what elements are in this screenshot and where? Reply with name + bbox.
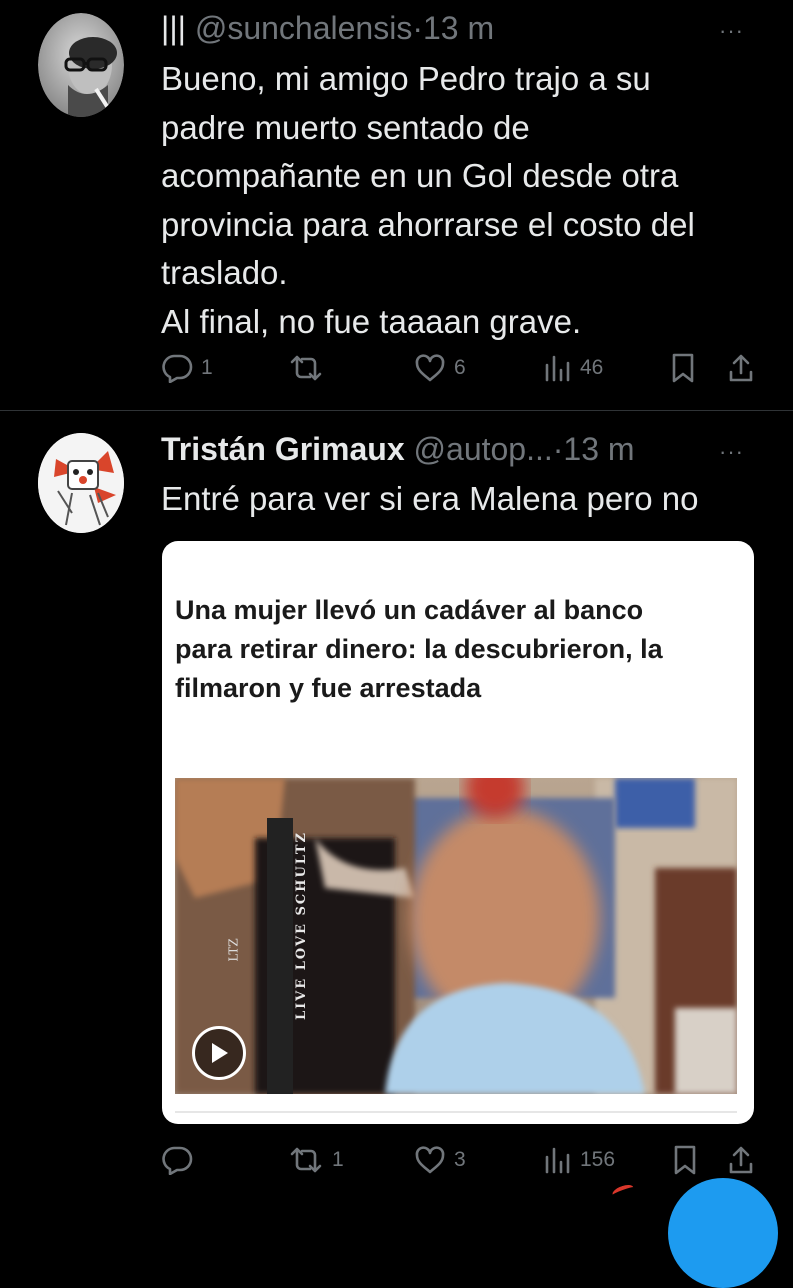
- bookmark-icon: [674, 1145, 696, 1175]
- avatar-sunchalensis[interactable]: [38, 13, 124, 117]
- retweet-button[interactable]: [288, 353, 332, 383]
- views-count: 156: [580, 1148, 616, 1171]
- like-button[interactable]: 3: [414, 1145, 466, 1175]
- article-card[interactable]: Una mujer llevó un cadáver al banco para…: [162, 541, 754, 1124]
- views-button[interactable]: 156: [544, 1145, 615, 1175]
- tweet-text-line: traslado.: [161, 254, 288, 291]
- more-options-icon[interactable]: ···: [719, 20, 744, 42]
- separator: ·: [412, 10, 423, 46]
- timestamp[interactable]: 13 m: [423, 10, 494, 46]
- tweet-text-line: Entré para ver si era Malena pero no: [161, 480, 699, 517]
- tweet-text-line: acompañante en un Gol desde otra: [161, 157, 679, 194]
- shirt-print-text: LIVE LOVE SCHULTZ: [294, 830, 310, 1021]
- separator: ·: [552, 431, 564, 467]
- timestamp[interactable]: 13 m: [563, 431, 634, 467]
- retweet-button[interactable]: 1: [288, 1145, 344, 1175]
- article-title-line: para retirar dinero: la descubrieron, la: [175, 634, 663, 664]
- share-button[interactable]: [727, 1144, 755, 1176]
- reply-count: 1: [201, 356, 213, 379]
- author-handle[interactable]: @autop...: [414, 431, 553, 467]
- card-divider: [175, 1111, 737, 1113]
- reply-icon: [162, 1146, 193, 1175]
- bookmark-button[interactable]: [670, 352, 696, 384]
- reply-icon: [162, 354, 193, 383]
- more-options-icon[interactable]: ···: [719, 441, 744, 463]
- views-icon: [545, 1147, 570, 1174]
- author-name[interactable]: Tristán Grimaux: [161, 431, 405, 467]
- tweet-divider: [0, 410, 793, 411]
- play-button[interactable]: [192, 1026, 246, 1080]
- views-count: 46: [580, 356, 604, 379]
- like-count: 6: [454, 356, 466, 379]
- decorative-accent: [610, 1182, 636, 1200]
- shirt-print-text: LTZ: [226, 938, 241, 962]
- tweet-1-header: ||| @sunchalensis·13 m: [161, 9, 494, 47]
- tweet-text-line: Bueno, mi amigo Pedro trajo a su: [161, 60, 651, 97]
- views-button[interactable]: 46: [544, 353, 603, 383]
- tweet-2-text: Entré para ver si era Malena pero no: [161, 475, 781, 524]
- retweet-count: 1: [332, 1148, 344, 1171]
- bookmark-icon: [672, 353, 694, 383]
- handle-prefix: |||: [161, 10, 186, 46]
- tweet-text-line: provincia para ahorrarse el costo del: [161, 205, 695, 243]
- share-icon: [729, 1146, 753, 1174]
- reply-button[interactable]: [161, 1145, 201, 1175]
- tweet-text-line: padre muerto sentado de: [161, 108, 530, 146]
- heart-icon: [415, 1146, 445, 1174]
- retweet-icon: [290, 1147, 322, 1173]
- share-button[interactable]: [727, 352, 755, 384]
- article-title-line: Una mujer llevó un cadáver al banco: [175, 595, 644, 625]
- video-thumbnail[interactable]: LIVE LOVE SCHULTZ LTZ: [175, 778, 737, 1094]
- like-button[interactable]: 6: [414, 353, 466, 383]
- bookmark-button[interactable]: [672, 1144, 698, 1176]
- play-icon: [212, 1043, 228, 1063]
- article-title-line: filmaron y fue arrestada: [175, 673, 482, 703]
- retweet-icon: [290, 355, 322, 381]
- author-handle[interactable]: @sunchalensis: [195, 10, 412, 46]
- avatar-tristan-grimaux[interactable]: [38, 433, 124, 533]
- like-count: 3: [454, 1148, 466, 1171]
- article-title[interactable]: Una mujer llevó un cadáver al banco para…: [175, 591, 745, 708]
- heart-icon: [415, 354, 445, 382]
- share-icon: [729, 354, 753, 382]
- tweet-2-header: Tristán Grimaux @autop...·13 m: [161, 430, 635, 468]
- tweet-text-line: Al final, no fue taaaan grave.: [161, 302, 582, 340]
- tweet-1-text: Bueno, mi amigo Pedro trajo a su padre m…: [161, 55, 781, 346]
- reply-button[interactable]: 1: [161, 353, 213, 383]
- views-icon: [545, 355, 570, 382]
- compose-fab[interactable]: [668, 1178, 778, 1288]
